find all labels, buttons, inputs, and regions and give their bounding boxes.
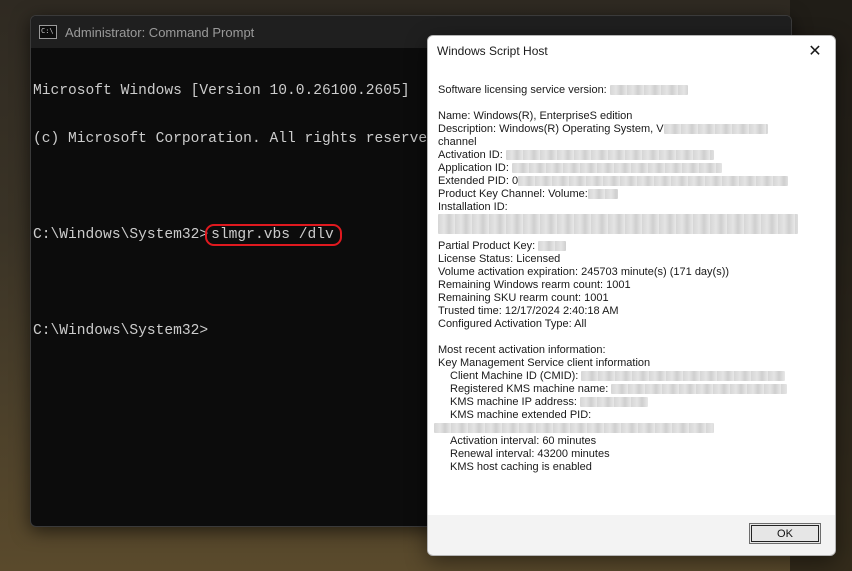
redacted-value bbox=[587, 189, 618, 200]
info-line: KMS machine IP address: bbox=[438, 396, 825, 409]
info-line: Description: Windows(R) Operating System… bbox=[438, 123, 825, 136]
cmd-window-title: Administrator: Command Prompt bbox=[65, 24, 255, 40]
info-line: Registered KMS machine name: bbox=[438, 383, 825, 396]
info-line: Partial Product Key: bbox=[438, 240, 825, 253]
info-line: Trusted time: 12/17/2024 2:40:18 AM bbox=[438, 305, 619, 317]
redacted-value bbox=[518, 176, 789, 187]
close-icon: ✕ bbox=[808, 43, 822, 60]
info-line: Product Key Channel: Volume: bbox=[438, 188, 825, 201]
windows-script-host-dialog[interactable]: Windows Script Host ✕ Software licensing… bbox=[427, 35, 836, 556]
redacted-value bbox=[434, 423, 714, 434]
info-line: Renewal interval: 43200 minutes bbox=[450, 448, 610, 460]
info-line: Activation interval: 60 minutes bbox=[450, 435, 597, 447]
info-line: Application ID: bbox=[438, 162, 825, 175]
info-line: Name: Windows(R), EnterpriseS edition bbox=[438, 110, 633, 122]
redacted-value bbox=[663, 124, 768, 135]
console-icon: C:\ bbox=[39, 25, 57, 39]
redacted-value bbox=[505, 150, 714, 161]
dialog-footer: OK bbox=[428, 515, 835, 554]
info-line: Remaining SKU rearm count: 1001 bbox=[438, 292, 609, 304]
info-line: Activation ID: bbox=[438, 149, 825, 162]
redacted-line bbox=[434, 422, 825, 435]
redacted-value bbox=[438, 214, 798, 234]
info-line: Installation ID: bbox=[438, 201, 508, 213]
console-prompt: C:\Windows\System32> bbox=[33, 227, 209, 243]
info-line: Software licensing service version: bbox=[438, 84, 825, 97]
redacted-value bbox=[538, 241, 567, 252]
dialog-title: Windows Script Host bbox=[437, 44, 548, 58]
info-line: Key Management Service client informatio… bbox=[438, 357, 651, 369]
info-line: Configured Activation Type: All bbox=[438, 318, 587, 330]
redacted-line bbox=[438, 214, 825, 234]
info-line: Client Machine ID (CMID): bbox=[438, 370, 825, 383]
info-line: License Status: Licensed bbox=[438, 253, 561, 265]
info-line: Extended PID: 0 bbox=[438, 175, 825, 188]
info-line: channel bbox=[438, 136, 477, 148]
redacted-value bbox=[512, 163, 722, 174]
dialog-message: Software licensing service version: Name… bbox=[428, 66, 835, 515]
dialog-titlebar[interactable]: Windows Script Host ✕ bbox=[428, 36, 835, 66]
ok-button[interactable]: OK bbox=[749, 523, 821, 544]
redacted-value bbox=[580, 397, 649, 408]
info-line: KMS host caching is enabled bbox=[450, 461, 592, 473]
info-line: Most recent activation information: bbox=[438, 344, 606, 356]
info-line: Remaining Windows rearm count: 1001 bbox=[438, 279, 631, 291]
redacted-value bbox=[609, 85, 688, 96]
info-line: Volume activation expiration: 245703 min… bbox=[438, 266, 730, 278]
redacted-value bbox=[581, 371, 786, 382]
redacted-value bbox=[611, 384, 788, 395]
highlighted-command: slmgr.vbs /dlv bbox=[205, 224, 342, 246]
close-button[interactable]: ✕ bbox=[795, 36, 835, 66]
info-line: KMS machine extended PID: bbox=[450, 409, 592, 421]
